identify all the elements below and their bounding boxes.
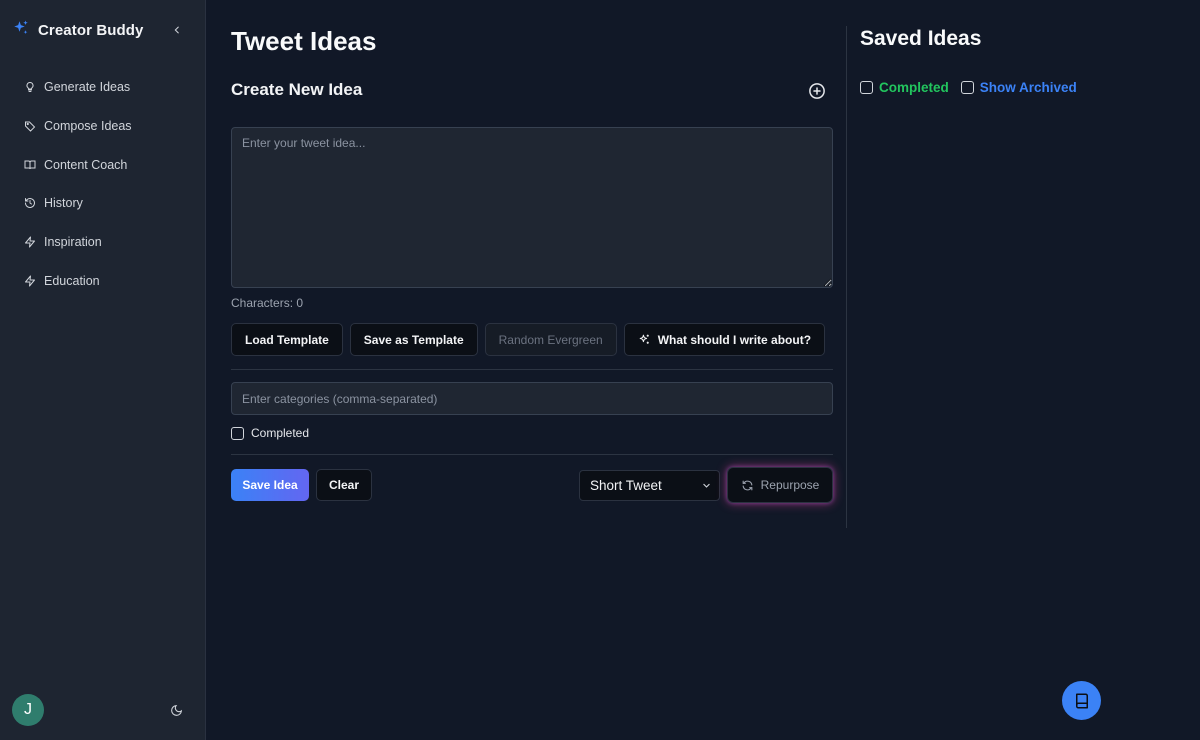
plus-circle-icon	[809, 83, 825, 99]
book-icon	[1075, 693, 1088, 708]
save-idea-button[interactable]: Save Idea	[231, 469, 309, 501]
save-template-button[interactable]: Save as Template	[349, 323, 478, 356]
what-to-write-button[interactable]: What should I write about?	[623, 323, 826, 356]
completed-checkbox[interactable]	[231, 426, 244, 440]
brand[interactable]: Creator Buddy	[12, 18, 143, 42]
collapse-sidebar-button[interactable]	[168, 21, 186, 39]
sidebar-item-label: Inspiration	[44, 235, 102, 250]
show-archived-label[interactable]: Show Archived	[980, 80, 1077, 95]
sidebar-item-content-coach[interactable]: Content Coach	[16, 150, 196, 180]
format-select-value: Short Tweet	[590, 478, 662, 493]
tweet-idea-input[interactable]	[231, 127, 833, 288]
add-idea-button[interactable]	[808, 82, 826, 100]
divider	[231, 369, 833, 370]
section-title: Create New Idea	[231, 80, 363, 99]
what-to-write-label: What should I write about?	[657, 332, 812, 347]
sidebar-item-label: Content Coach	[44, 157, 128, 172]
history-icon	[25, 198, 35, 209]
app-title: Creator Buddy	[38, 21, 144, 39]
theme-toggle-button[interactable]	[168, 702, 184, 718]
saved-ideas-title: Saved Ideas	[860, 27, 982, 50]
filter-completed-label[interactable]: Completed	[879, 80, 949, 95]
sparkles-icon	[639, 334, 649, 344]
chevron-down-icon	[703, 483, 710, 488]
panel-divider	[846, 26, 847, 528]
repurpose-label: Repurpose	[760, 478, 820, 492]
character-count: Characters: 0	[231, 296, 304, 310]
refresh-icon	[742, 480, 753, 490]
help-fab-button[interactable]	[1062, 681, 1101, 720]
chevron-left-icon	[174, 26, 179, 34]
load-template-button[interactable]: Load Template	[231, 323, 343, 356]
book-open-icon	[24, 160, 36, 169]
lightbulb-icon	[26, 81, 34, 92]
sidebar-item-education[interactable]: Education	[16, 266, 196, 296]
show-archived-checkbox[interactable]	[960, 81, 974, 94]
categories-input[interactable]	[231, 382, 833, 415]
bolt-icon	[25, 236, 35, 248]
sidebar-item-label: Compose Ideas	[44, 118, 132, 133]
completed-label: Completed	[251, 426, 310, 440]
tag-icon	[25, 121, 36, 132]
sidebar-item-label: Education	[44, 273, 100, 288]
avatar[interactable]: J	[12, 694, 44, 726]
bolt-icon	[25, 275, 35, 287]
completed-checkbox-row[interactable]: Completed	[231, 426, 309, 440]
saved-ideas-filters: Completed Show Archived	[860, 80, 1077, 95]
sidebar-item-label: History	[44, 196, 83, 211]
repurpose-button[interactable]: Repurpose	[727, 467, 833, 503]
sidebar-item-inspiration[interactable]: Inspiration	[16, 227, 196, 257]
template-actions: Load Template Save as Template Random Ev…	[231, 323, 826, 356]
clear-button[interactable]: Clear	[316, 469, 372, 501]
app-root: Creator Buddy Generate Ideas Compose Ide…	[0, 0, 1200, 740]
sparkles-icon	[12, 19, 30, 42]
random-evergreen-button[interactable]: Random Evergreen	[484, 323, 617, 356]
sidebar-nav: Generate Ideas Compose Ideas Content Coa…	[16, 72, 196, 305]
filter-completed-checkbox[interactable]	[860, 81, 873, 94]
page-title: Tweet Ideas	[231, 26, 377, 56]
format-select[interactable]: Short Tweet	[579, 470, 720, 501]
moon-icon	[170, 704, 182, 716]
divider	[231, 454, 833, 455]
sidebar-item-generate-ideas[interactable]: Generate Ideas	[16, 72, 196, 102]
sidebar-item-compose-ideas[interactable]: Compose Ideas	[16, 111, 196, 141]
sidebar-item-history[interactable]: History	[16, 188, 196, 218]
sidebar: Creator Buddy Generate Ideas Compose Ide…	[0, 0, 206, 740]
main-content: Tweet Ideas Create New Idea Characters: …	[206, 0, 1200, 740]
sidebar-item-label: Generate Ideas	[44, 80, 131, 94]
